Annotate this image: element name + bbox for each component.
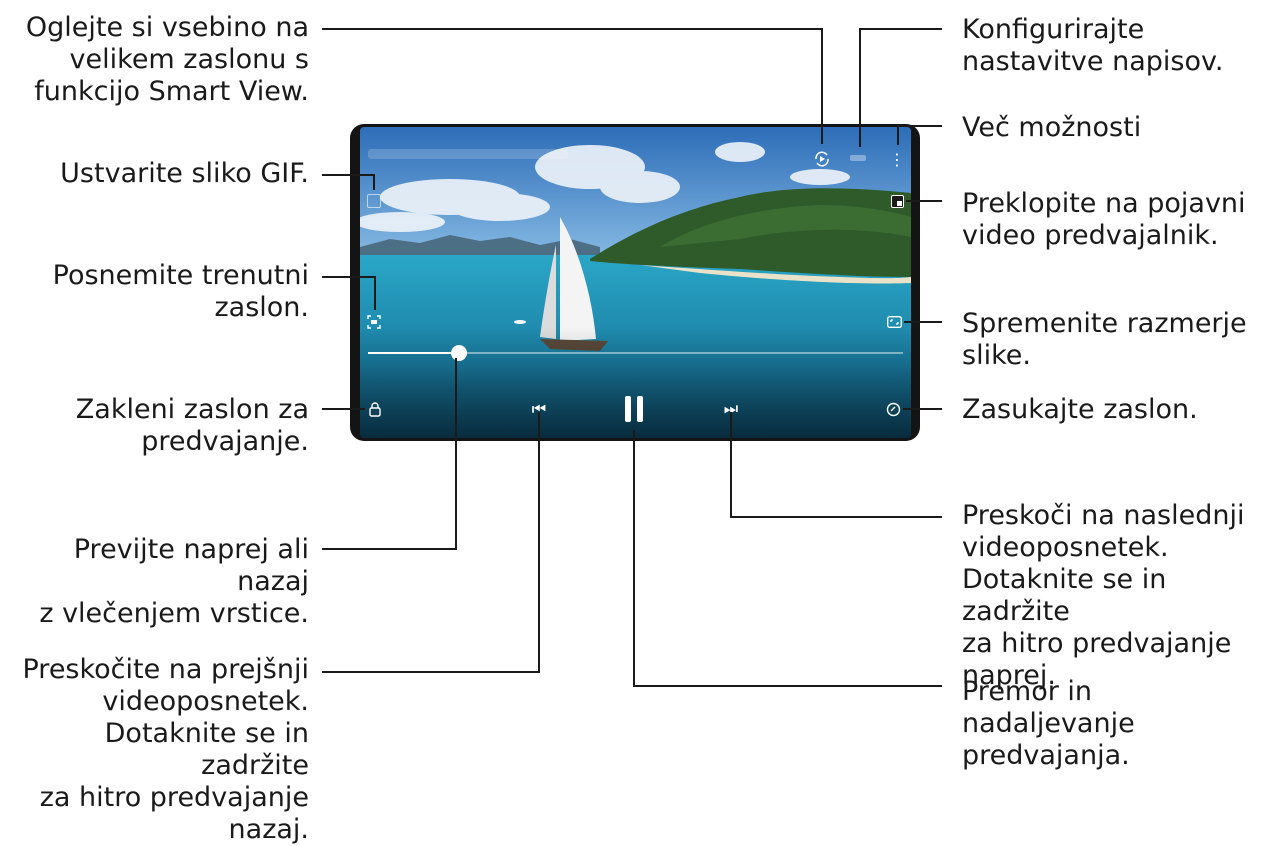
leader-subtitles	[859, 28, 942, 147]
leader-capture	[322, 276, 376, 310]
leader-next	[730, 412, 942, 518]
leader-previous	[322, 412, 540, 673]
leader-lines	[322, 28, 942, 687]
leader-pause	[633, 430, 942, 687]
leader-smart-view	[322, 28, 823, 144]
leader-gif	[322, 174, 375, 190]
leader-seek	[322, 358, 457, 550]
leader-more	[897, 125, 942, 145]
